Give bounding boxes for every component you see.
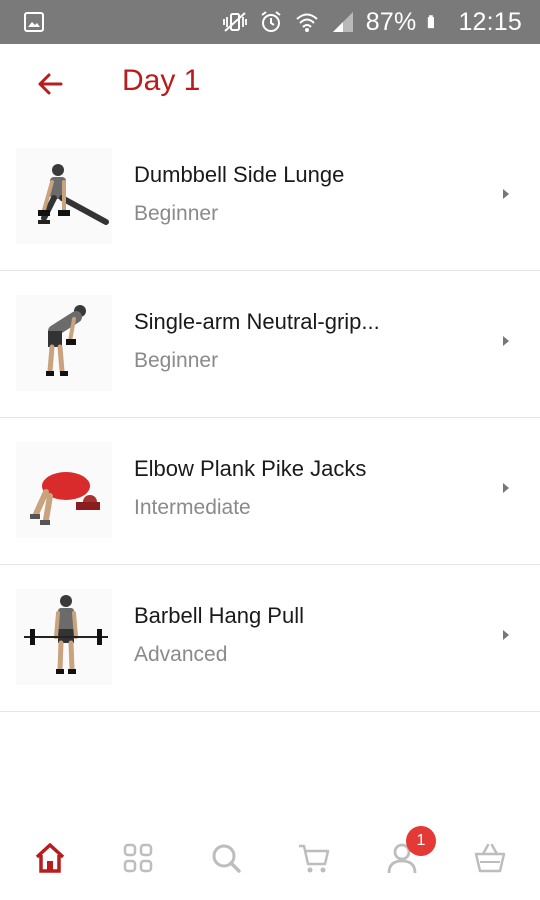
clock: 12:15 [458,7,522,36]
chevron-right-icon [503,483,509,493]
exercise-row[interactable]: Barbell Hang Pull Advanced [0,565,540,712]
app-bar: Day 1 [0,44,540,124]
chevron-right-icon [503,189,509,199]
side-lunge-figure-icon [38,164,109,225]
back-button[interactable] [28,62,72,106]
exercise-name: Dumbbell Side Lunge [134,162,345,187]
exercise-level: Intermediate [134,496,251,519]
chevron-right-icon [503,630,509,640]
gallery-notification-icon [24,12,44,32]
status-bar: 87% 12:15 [0,0,540,44]
nav-shop[interactable] [458,826,522,890]
nav-profile[interactable]: 1 [370,826,436,890]
notification-badge: 1 [406,826,436,856]
nav-search[interactable] [194,826,258,890]
bottom-nav: 1 [0,816,540,900]
exercise-thumbnail [16,148,112,244]
nav-cart[interactable] [282,826,346,890]
exercise-name: Barbell Hang Pull [134,603,304,628]
battery-percent: 87% [365,7,417,36]
bent-over-row-figure-icon [46,305,86,376]
nav-categories[interactable] [106,826,170,890]
exercise-thumbnail [16,442,112,538]
exercise-row[interactable]: Elbow Plank Pike Jacks Intermediate [0,418,540,565]
exercise-level: Advanced [134,643,228,666]
signal-icon [332,12,353,32]
nav-home[interactable] [18,826,82,890]
exercise-thumbnail [16,295,112,391]
barbell-hang-pull-figure-icon [24,595,108,674]
grid-icon [123,843,153,873]
exercise-name: Elbow Plank Pike Jacks [134,456,367,481]
home-icon [35,843,65,873]
alarm-icon [261,11,281,32]
exercise-list: Dumbbell Side Lunge Beginner Single-arm … [0,124,540,712]
exercise-thumbnail [16,589,112,685]
exercise-name: Single-arm Neutral-grip... [134,309,380,334]
chevron-right-icon [503,336,509,346]
cart-icon [299,844,330,873]
wifi-icon [296,13,318,32]
plank-pike-figure-icon [30,472,100,525]
exercise-row[interactable]: Dumbbell Side Lunge Beginner [0,124,540,271]
exercise-row[interactable]: Single-arm Neutral-grip... Beginner [0,271,540,418]
exercise-level: Beginner [134,349,219,372]
back-arrow-icon [38,73,63,95]
search-icon [212,844,241,873]
page-title: Day 1 [122,64,201,97]
battery-icon [428,15,435,29]
vibrate-mute-icon [222,12,247,32]
exercise-level: Beginner [134,202,219,225]
basket-icon [474,843,506,873]
